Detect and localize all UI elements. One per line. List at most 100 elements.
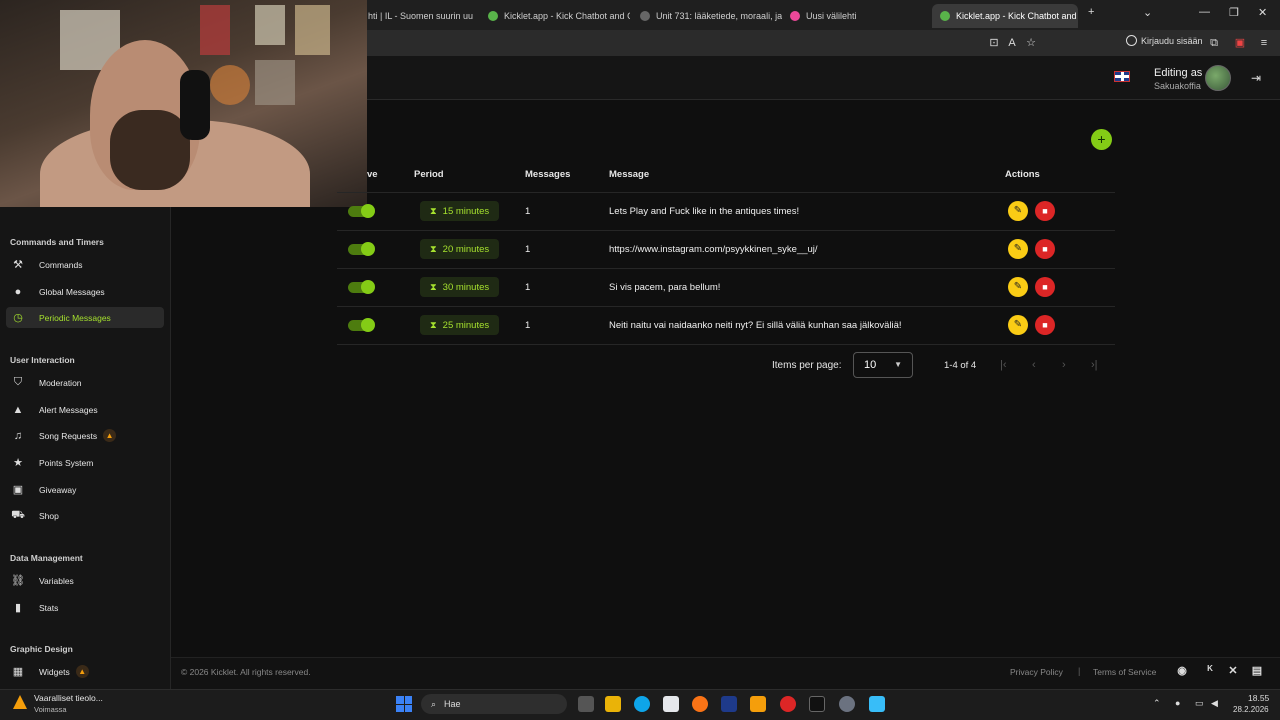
toggle-knob [361, 242, 375, 256]
webcam-overlay [0, 0, 367, 207]
taskbar-date[interactable]: 28.2.2026 [1233, 705, 1269, 714]
terms-of-service-link[interactable]: Terms of Service [1093, 667, 1156, 677]
items-per-page-value: 10 [864, 359, 877, 371]
section-title-user-interaction: User Interaction [10, 355, 75, 365]
active-toggle[interactable] [348, 280, 375, 294]
steam-icon[interactable] [721, 696, 737, 712]
first-page-icon[interactable]: |‹ [1000, 359, 1007, 371]
hourglass-icon: ⧗ [430, 319, 437, 331]
chevron-down-icon[interactable]: ⌄ [1143, 6, 1152, 19]
edit-button[interactable]: ✎ [1008, 315, 1028, 335]
delete-button[interactable]: ■ [1035, 277, 1055, 297]
kick-icon[interactable]: K [1200, 664, 1220, 678]
x-twitter-icon[interactable]: ✕ [1225, 664, 1241, 678]
sidebar-item-label: Stats [39, 602, 59, 613]
firefox-icon[interactable] [692, 696, 708, 712]
browser-tab[interactable]: hti | IL - Suomen suurin uu✕ [360, 4, 475, 28]
sidebar-item-song-requests[interactable]: ♫ Song Requests ▲ [6, 425, 164, 446]
sidebar-item-points-system[interactable]: ★ Points System [6, 452, 164, 473]
message-text: https://www.instagram.com/psyykkinen_syk… [609, 244, 818, 255]
star-icon[interactable]: ☆ [1024, 36, 1038, 50]
pencil-icon: ✎ [1013, 281, 1023, 292]
period-chip: ⧗ 30 minutes [420, 277, 500, 297]
sidebar-item-stats[interactable]: ▮ Stats [6, 597, 164, 618]
column-header-actions: Actions [1005, 169, 1040, 180]
logout-icon[interactable]: ⇥ [1251, 71, 1265, 85]
previous-page-icon[interactable]: ‹ [1032, 359, 1036, 371]
minimize-icon[interactable]: — [1199, 6, 1210, 18]
widgets-icon: ▦ [12, 666, 24, 678]
browser-tab[interactable]: Kicklet.app - Kick Chatbot and C✕ [480, 4, 630, 28]
delete-button[interactable]: ■ [1035, 201, 1055, 221]
close-window-icon[interactable]: ✕ [1258, 6, 1267, 19]
sign-in-button[interactable]: Kirjaudu sisään [1126, 35, 1203, 46]
weather-alert-text[interactable]: Vaaralliset tieolo... [34, 693, 103, 703]
column-header-messages[interactable]: Messages [525, 169, 570, 180]
browser-tab[interactable]: Unit 731: lääketiede, moraali, ja [632, 4, 782, 28]
tab-label: Kicklet.app - Kick Chatbot and C [504, 11, 630, 21]
microphone-icon[interactable]: ● [1175, 698, 1180, 708]
sidebar-item-label: Variables [39, 575, 74, 586]
taskbar-search[interactable]: ⌕ Hae [421, 694, 567, 714]
items-per-page-select[interactable]: 10 ▼ [853, 352, 913, 378]
browser-tab-active[interactable]: Kicklet.app - Kick Chatbot and C✕ [932, 4, 1078, 28]
period-chip: ⧗ 15 minutes [420, 201, 500, 221]
windows-start-icon[interactable] [396, 696, 412, 712]
active-toggle[interactable] [348, 204, 375, 218]
uk-flag-icon[interactable] [1114, 71, 1130, 82]
warning-icon[interactable] [12, 694, 28, 710]
notepad-icon[interactable] [869, 696, 885, 712]
volume-icon[interactable]: ◀ [1211, 698, 1218, 709]
add-periodic-message-button[interactable]: + [1091, 129, 1112, 150]
column-header-period[interactable]: Period [414, 169, 444, 180]
sidebar-item-commands[interactable]: ⚒ Commands [6, 254, 164, 275]
file-explorer-icon[interactable] [605, 696, 621, 712]
discord-icon[interactable]: ◉ [1174, 664, 1190, 678]
avatar[interactable] [1205, 65, 1231, 91]
opera-icon[interactable] [780, 696, 796, 712]
browser-tab[interactable]: Uusi välilehti ✕ [782, 4, 922, 28]
sidebar-item-moderation[interactable]: ⛉ Moderation [6, 372, 164, 393]
store-icon[interactable] [663, 696, 679, 712]
network-icon[interactable]: ▭ [1195, 698, 1204, 709]
loading-icon [640, 11, 650, 21]
sidebar-item-global-messages[interactable]: ● Global Messages [6, 281, 164, 302]
edge-icon[interactable] [634, 696, 650, 712]
menu-icon[interactable]: ≡ [1257, 36, 1271, 50]
install-app-icon[interactable]: ⊡ [987, 36, 1001, 50]
task-view-icon[interactable] [578, 696, 594, 712]
row-divider [337, 230, 1115, 231]
terminal-icon[interactable] [809, 696, 825, 712]
sidebar-item-variables[interactable]: ⛓ Variables [6, 570, 164, 591]
obs-icon[interactable] [839, 696, 855, 712]
maximize-icon[interactable]: ❐ [1229, 6, 1239, 19]
new-tab-icon[interactable]: + [1088, 6, 1094, 18]
sidebar-item-widgets[interactable]: ▦ Widgets ▲ [6, 661, 164, 682]
row-divider [337, 306, 1115, 307]
notification-badge-icon[interactable]: ▣ [1233, 36, 1247, 50]
search-icon: ⌕ [431, 698, 437, 709]
trash-icon: ■ [1042, 206, 1048, 216]
edit-button[interactable]: ✎ [1008, 277, 1028, 297]
privacy-policy-link[interactable]: Privacy Policy [1010, 667, 1063, 677]
edit-button[interactable]: ✎ [1008, 239, 1028, 259]
delete-button[interactable]: ■ [1035, 315, 1055, 335]
extensions-icon[interactable]: ⧉ [1207, 36, 1221, 50]
next-page-icon[interactable]: › [1062, 359, 1066, 371]
delete-button[interactable]: ■ [1035, 239, 1055, 259]
chevron-up-icon[interactable]: ⌃ [1153, 698, 1161, 709]
sidebar-item-shop[interactable]: ⛟ Shop [6, 505, 164, 526]
vlc-icon[interactable] [750, 696, 766, 712]
translate-icon[interactable]: A [1005, 36, 1019, 50]
edit-button[interactable]: ✎ [1008, 201, 1028, 221]
sidebar-item-periodic-messages[interactable]: ◷ Periodic Messages [6, 307, 164, 328]
sidebar-item-giveaway[interactable]: ▣ Giveaway [6, 479, 164, 500]
document-icon[interactable]: ▤ [1249, 664, 1265, 678]
column-header-message[interactable]: Message [609, 169, 649, 180]
period-value: 20 minutes [442, 243, 490, 255]
taskbar-time[interactable]: 18.55 [1248, 693, 1269, 703]
active-toggle[interactable] [348, 318, 375, 332]
active-toggle[interactable] [348, 242, 375, 256]
sidebar-item-alert-messages[interactable]: ▲ Alert Messages [6, 399, 164, 420]
last-page-icon[interactable]: ›| [1091, 359, 1098, 371]
